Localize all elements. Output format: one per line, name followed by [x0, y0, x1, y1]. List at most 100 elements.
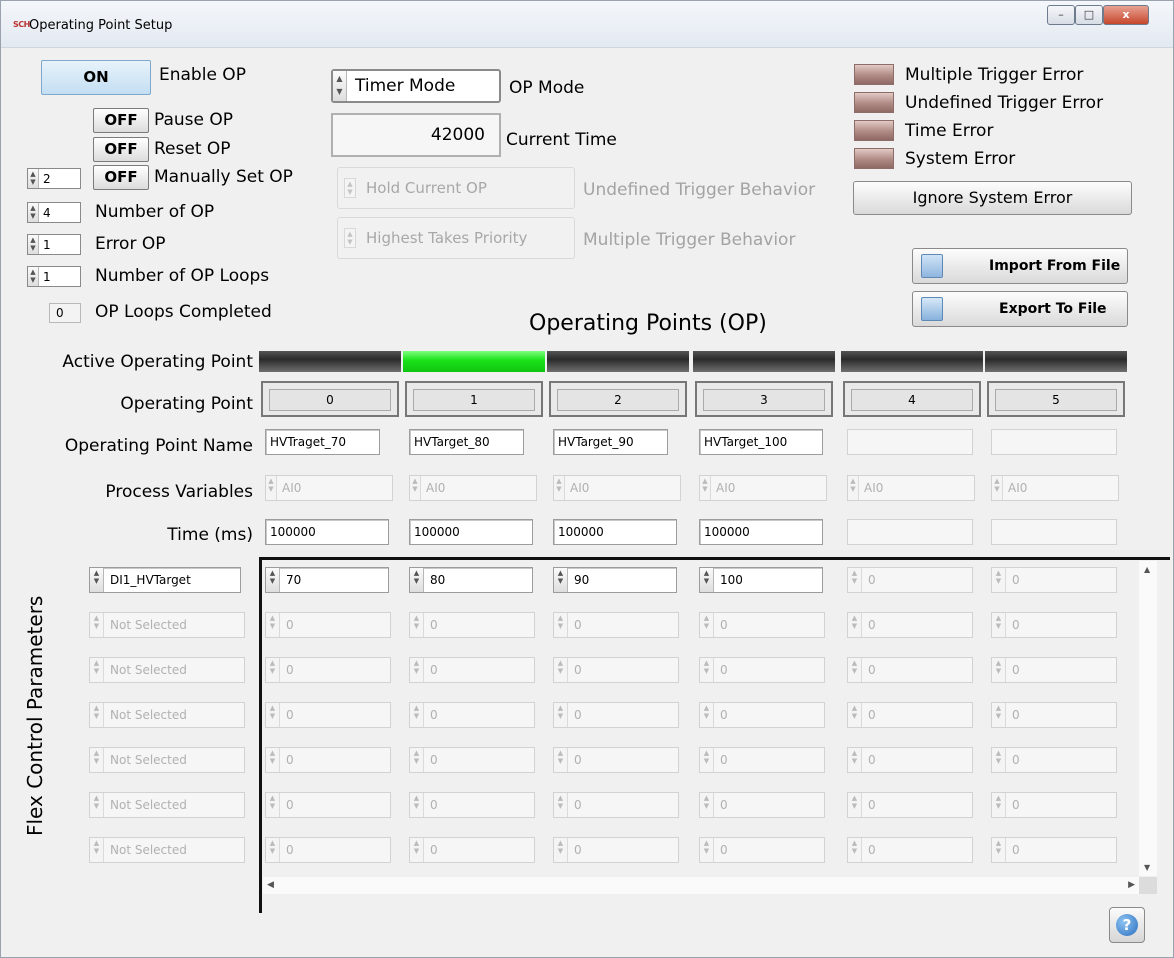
- help-button[interactable]: ?: [1109, 907, 1145, 943]
- process-variable-selector[interactable]: ▲ ▼ AI0: [991, 475, 1119, 501]
- flex-value-spinbox[interactable]: ▲ ▼ 0: [991, 657, 1117, 683]
- flex-value-spinbox[interactable]: ▲ ▼ 100: [699, 567, 823, 593]
- flex-value-spinbox[interactable]: ▲ ▼ 0: [409, 837, 535, 863]
- flex-value-spinbox[interactable]: ▲ ▼ 0: [265, 747, 391, 773]
- spin-arrows-icon[interactable]: ▲ ▼: [700, 793, 714, 817]
- spin-arrows-icon[interactable]: ▲ ▼: [266, 658, 280, 682]
- spin-arrows-icon[interactable]: ▲ ▼: [700, 476, 711, 500]
- operating-point-name-input[interactable]: HVTarget_80: [409, 429, 524, 455]
- scroll-down-icon[interactable]: ▼: [1144, 863, 1150, 872]
- flex-value-spinbox[interactable]: ▲ ▼ 0: [553, 657, 679, 683]
- flex-value-spinbox[interactable]: ▲ ▼ 0: [699, 792, 825, 818]
- flex-value-spinbox[interactable]: ▲ ▼ 0: [699, 657, 825, 683]
- spin-arrows-icon[interactable]: ▲ ▼: [90, 838, 104, 862]
- export-to-file-button[interactable]: Export To File: [912, 291, 1128, 327]
- spin-arrows-icon[interactable]: ▲ ▼: [410, 793, 424, 817]
- flex-value-spinbox[interactable]: ▲ ▼ 0: [553, 792, 679, 818]
- spin-arrows-icon[interactable]: ▲ ▼: [848, 658, 862, 682]
- spin-arrows-icon[interactable]: ▲ ▼: [700, 613, 714, 637]
- flex-value-spinbox[interactable]: ▲ ▼ 80: [409, 567, 533, 593]
- spin-arrows-icon[interactable]: ▲ ▼: [410, 613, 424, 637]
- pause-op-toggle[interactable]: OFF: [93, 108, 149, 133]
- scroll-left-icon[interactable]: ◀: [267, 880, 274, 890]
- flex-value-spinbox[interactable]: ▲ ▼ 0: [265, 612, 391, 638]
- spin-arrows-icon[interactable]: ▲ ▼: [28, 203, 39, 222]
- spin-arrows-icon[interactable]: ▲ ▼: [90, 703, 104, 727]
- spin-arrows-icon[interactable]: ▲ ▼: [992, 568, 1006, 592]
- spin-arrows-icon[interactable]: ▲ ▼: [90, 568, 104, 592]
- spin-arrows-icon[interactable]: ▲ ▼: [266, 793, 280, 817]
- minimize-button[interactable]: –: [1047, 5, 1075, 25]
- process-variable-selector[interactable]: ▲ ▼ AI0: [553, 475, 681, 501]
- flex-value-spinbox[interactable]: ▲ ▼ 0: [847, 837, 973, 863]
- spin-arrows-icon[interactable]: ▲ ▼: [344, 178, 356, 198]
- flex-value-spinbox[interactable]: ▲ ▼ 70: [265, 567, 389, 593]
- spin-arrows-icon[interactable]: ▲ ▼: [700, 658, 714, 682]
- flex-parameter-selector[interactable]: ▲ ▼ Not Selected: [89, 837, 245, 863]
- enable-op-toggle[interactable]: ON: [41, 60, 151, 95]
- spin-arrows-icon[interactable]: ▲ ▼: [266, 748, 280, 772]
- flex-value-spinbox[interactable]: ▲ ▼ 0: [991, 702, 1117, 728]
- flex-value-spinbox[interactable]: ▲ ▼ 0: [699, 702, 825, 728]
- spin-arrows-icon[interactable]: ▲ ▼: [848, 568, 862, 592]
- horizontal-scrollbar[interactable]: ◀ ▶: [263, 877, 1139, 894]
- spin-arrows-icon[interactable]: ▲ ▼: [410, 476, 421, 500]
- spin-arrows-icon[interactable]: ▲ ▼: [554, 703, 568, 727]
- spin-arrows-icon[interactable]: ▲ ▼: [266, 568, 280, 592]
- spin-arrows-icon[interactable]: ▲ ▼: [333, 71, 347, 101]
- flex-value-spinbox[interactable]: ▲ ▼ 0: [553, 837, 679, 863]
- flex-value-spinbox[interactable]: ▲ ▼ 0: [991, 567, 1117, 593]
- flex-value-spinbox[interactable]: ▲ ▼ 0: [265, 702, 391, 728]
- spin-arrows-icon[interactable]: ▲ ▼: [410, 658, 424, 682]
- ignore-system-error-button[interactable]: Ignore System Error: [853, 181, 1132, 215]
- operating-point-name-input[interactable]: [847, 429, 973, 455]
- flex-value-spinbox[interactable]: ▲ ▼ 0: [699, 612, 825, 638]
- flex-value-spinbox[interactable]: ▲ ▼ 0: [409, 657, 535, 683]
- flex-value-spinbox[interactable]: ▲ ▼ 0: [991, 792, 1117, 818]
- flex-value-spinbox[interactable]: ▲ ▼ 0: [409, 747, 535, 773]
- spin-arrows-icon[interactable]: ▲ ▼: [992, 748, 1006, 772]
- flex-value-spinbox[interactable]: ▲ ▼ 0: [847, 612, 973, 638]
- time-ms-input[interactable]: [847, 519, 973, 545]
- spin-arrows-icon[interactable]: ▲ ▼: [554, 658, 568, 682]
- flex-parameter-selector[interactable]: ▲ ▼ Not Selected: [89, 657, 245, 683]
- spin-arrows-icon[interactable]: ▲ ▼: [700, 568, 714, 592]
- flex-value-spinbox[interactable]: ▲ ▼ 0: [991, 747, 1117, 773]
- close-button[interactable]: x: [1103, 5, 1149, 25]
- spin-arrows-icon[interactable]: ▲ ▼: [848, 793, 862, 817]
- spin-arrows-icon[interactable]: ▲ ▼: [848, 703, 862, 727]
- flex-parameter-selector[interactable]: ▲ ▼ Not Selected: [89, 747, 245, 773]
- op-mode-selector[interactable]: ▲ ▼ Timer Mode: [331, 69, 501, 103]
- spin-arrows-icon[interactable]: ▲ ▼: [992, 658, 1006, 682]
- spin-arrows-icon[interactable]: ▲ ▼: [700, 838, 714, 862]
- spin-arrows-icon[interactable]: ▲ ▼: [848, 748, 862, 772]
- time-ms-input[interactable]: 100000: [409, 519, 533, 545]
- flex-parameter-selector[interactable]: ▲ ▼ Not Selected: [89, 612, 245, 638]
- flex-value-spinbox[interactable]: ▲ ▼ 0: [409, 792, 535, 818]
- spin-arrows-icon[interactable]: ▲ ▼: [28, 267, 39, 286]
- spin-arrows-icon[interactable]: ▲ ▼: [410, 568, 424, 592]
- operating-point-name-input[interactable]: [991, 429, 1117, 455]
- spin-arrows-icon[interactable]: ▲ ▼: [90, 748, 104, 772]
- spin-arrows-icon[interactable]: ▲ ▼: [848, 476, 859, 500]
- spin-arrows-icon[interactable]: ▲ ▼: [410, 748, 424, 772]
- flex-value-spinbox[interactable]: ▲ ▼ 0: [553, 612, 679, 638]
- time-ms-input[interactable]: [991, 519, 1117, 545]
- flex-value-spinbox[interactable]: ▲ ▼ 0: [699, 747, 825, 773]
- op-loops-spinbox[interactable]: ▲ ▼ 1: [27, 266, 81, 287]
- scroll-right-icon[interactable]: ▶: [1128, 880, 1135, 890]
- time-ms-input[interactable]: 100000: [699, 519, 823, 545]
- spin-arrows-icon[interactable]: ▲ ▼: [266, 613, 280, 637]
- flex-value-spinbox[interactable]: ▲ ▼ 0: [409, 702, 535, 728]
- time-ms-input[interactable]: 100000: [553, 519, 677, 545]
- spin-arrows-icon[interactable]: ▲ ▼: [992, 476, 1003, 500]
- flex-parameter-selector[interactable]: ▲ ▼ DI1_HVTarget: [89, 567, 241, 593]
- flex-value-spinbox[interactable]: ▲ ▼ 0: [847, 657, 973, 683]
- undefined-trigger-selector[interactable]: ▲ ▼ Hold Current OP: [337, 167, 575, 209]
- spin-arrows-icon[interactable]: ▲ ▼: [700, 748, 714, 772]
- spin-arrows-icon[interactable]: ▲ ▼: [700, 703, 714, 727]
- process-variable-selector[interactable]: ▲ ▼ AI0: [699, 475, 827, 501]
- spin-arrows-icon[interactable]: ▲ ▼: [554, 568, 568, 592]
- flex-value-spinbox[interactable]: ▲ ▼ 0: [847, 747, 973, 773]
- spin-arrows-icon[interactable]: ▲ ▼: [410, 838, 424, 862]
